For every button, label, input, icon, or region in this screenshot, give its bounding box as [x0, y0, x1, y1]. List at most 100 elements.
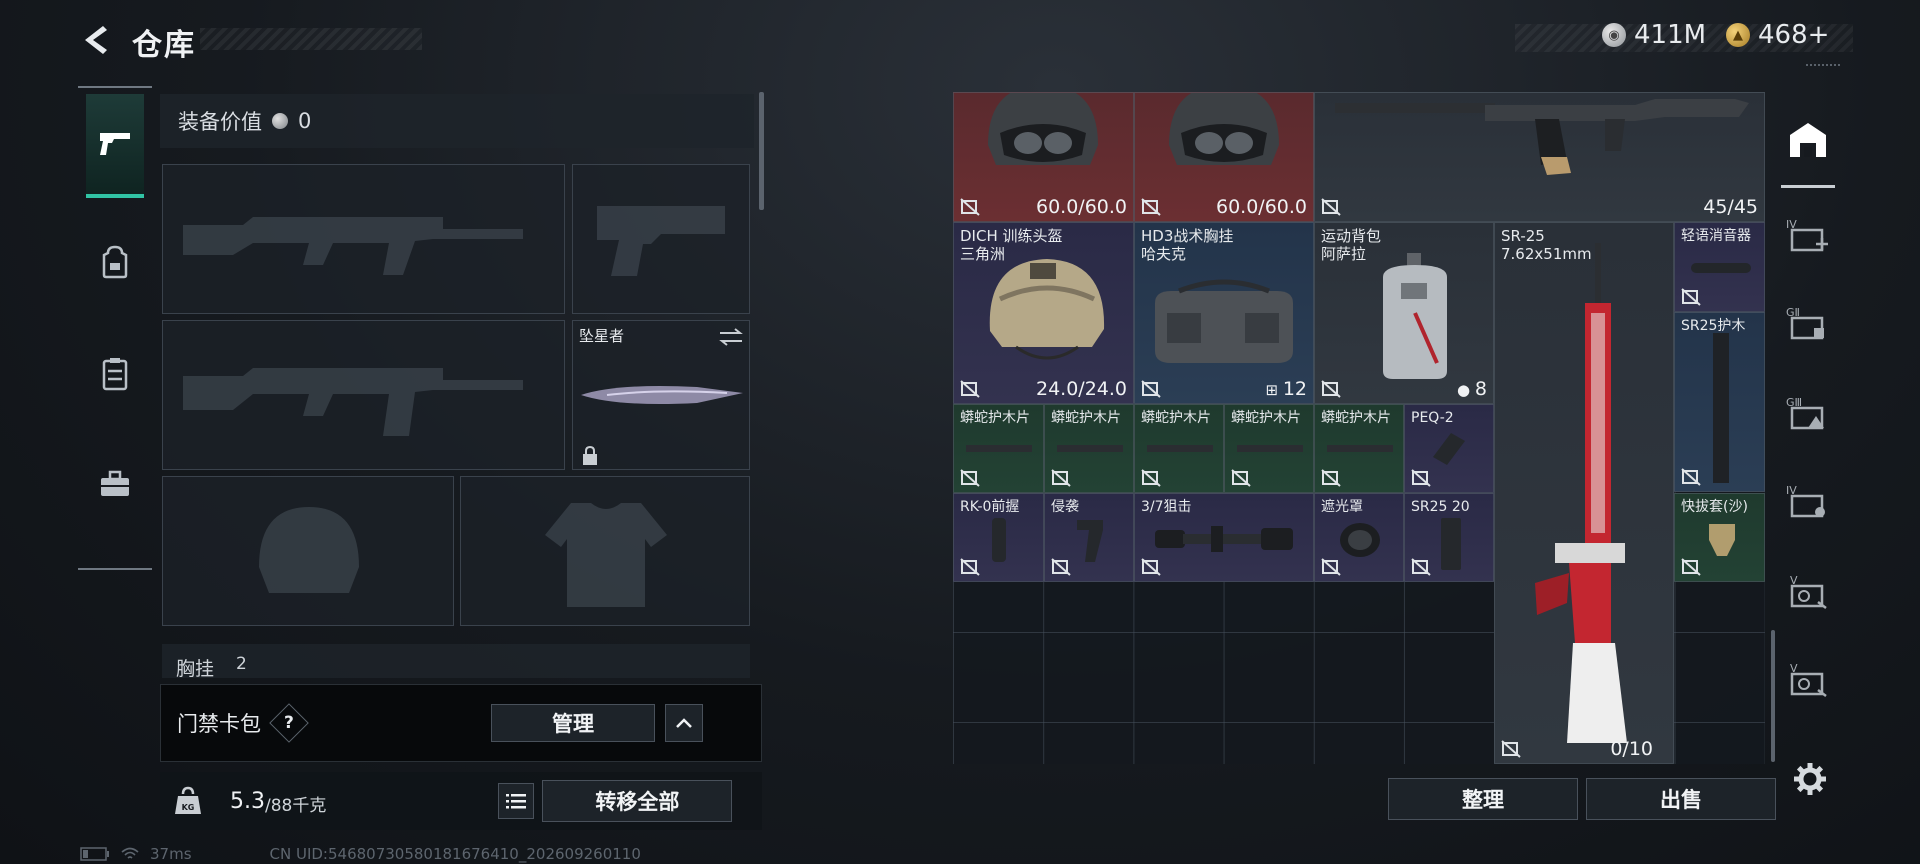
no-insure-icon [1411, 558, 1431, 576]
swap-icon[interactable] [718, 327, 744, 347]
equipment-scrollbar[interactable] [759, 92, 764, 210]
grid-item-peq2[interactable]: PEQ-2 [1404, 404, 1494, 493]
item-capacity: ⊞ 12 [1265, 378, 1307, 400]
sniper-rifle-icon [1535, 243, 1627, 743]
no-insure-icon [1321, 558, 1341, 576]
grid-item-handguard-piece[interactable]: 蟒蛇护木片 [1134, 404, 1224, 493]
item-name: SR25 20 [1411, 499, 1470, 515]
nav-item-vest[interactable] [86, 322, 144, 426]
rail-cover-icon [1057, 445, 1123, 452]
vest-icon [102, 358, 128, 391]
currency-silver-value: 411M [1634, 20, 1707, 50]
rail-cover-icon [1147, 445, 1213, 452]
gold-coin-icon: ▲ [1726, 23, 1750, 47]
pistol-slot[interactable] [572, 164, 750, 314]
grid-item-raid-grip[interactable]: 侵袭 [1044, 493, 1134, 582]
chest-rig-row[interactable]: 胸挂 2 [162, 644, 750, 678]
grid-item-dich-helmet[interactable]: DICH 训练头盔 三角洲 24.0/24.0 [953, 222, 1134, 404]
no-insure-icon [1321, 469, 1341, 487]
storage-icon [1790, 122, 1826, 157]
sell-button[interactable]: 出售 [1586, 778, 1776, 820]
grid-item-quick-holster[interactable]: 快拔套(沙) [1674, 493, 1765, 582]
no-insure-icon [1321, 380, 1341, 398]
secondary-weapon-slot[interactable] [162, 320, 565, 470]
no-insure-icon [960, 198, 980, 216]
item-name: RK-0前握 [960, 499, 1020, 515]
sort-button[interactable]: 整理 [1388, 778, 1578, 820]
silencer-icon [1691, 263, 1751, 273]
weight-bar: KG 5.3 /88千克 转移全部 [160, 772, 762, 830]
chevron-left-icon [85, 26, 107, 54]
list-view-button[interactable] [498, 783, 535, 819]
currency-silver: ◉ 411M [1602, 20, 1706, 50]
help-icon[interactable]: ? [269, 703, 309, 743]
item-name: 蟒蛇护木片 [960, 410, 1030, 426]
grid-item-helmet-1[interactable]: 60.0/60.0 [953, 92, 1134, 222]
melee-name: 坠星者 [579, 327, 625, 345]
weight-icon: KG [168, 781, 208, 821]
item-name: 轻语消音器 [1681, 228, 1751, 244]
grid-item-handguard-piece[interactable]: 蟒蛇护木片 [1224, 404, 1314, 493]
nav-item-case-expand[interactable]: IV [1781, 196, 1835, 274]
nav-item-case-v2[interactable]: V [1781, 640, 1835, 718]
manage-button[interactable]: 管理 [491, 704, 655, 742]
magazine-icon [1441, 518, 1461, 570]
grid-item-handguard-piece[interactable]: 蟒蛇护木片 [953, 404, 1044, 493]
title-decoration [200, 28, 422, 50]
collapse-button[interactable] [665, 704, 703, 742]
armor-slot[interactable] [460, 476, 750, 626]
melee-slot[interactable]: 坠星者 [572, 320, 750, 470]
nav-item-case-v[interactable]: V [1781, 552, 1835, 630]
nav-item-storage[interactable] [1781, 94, 1835, 188]
transfer-all-button[interactable]: 转移全部 [542, 780, 733, 822]
wifi-icon [121, 847, 139, 859]
storage-scrollbar[interactable] [1771, 630, 1775, 762]
grid-item-sr25-handguard[interactable]: SR25护木 [1674, 312, 1765, 492]
chest-rig-label: 胸挂 [176, 658, 215, 678]
keycard-bar: 门禁卡包 ? 管理 [160, 684, 762, 762]
grid-item-rifle[interactable]: 45/45 [1314, 92, 1765, 222]
no-insure-icon [1501, 740, 1521, 758]
case-iv-icon: IV [1786, 484, 1825, 518]
weight-capacity: /88千克 [265, 795, 327, 816]
grid-item-helmet-2[interactable]: 60.0/60.0 [1134, 92, 1314, 222]
left-nav [78, 86, 152, 570]
item-name: 运动背包 阿萨拉 [1321, 227, 1382, 263]
nav-item-case-g3[interactable]: GⅢ [1781, 374, 1835, 452]
settings-button[interactable] [1791, 760, 1829, 798]
grid-item-silencer[interactable]: 轻语消音器 [1674, 222, 1765, 312]
grid-item-sr25-mag[interactable]: SR25 20 [1404, 493, 1494, 582]
backpack-item-icon [1383, 253, 1447, 379]
grid-item-sniper-scope[interactable]: 3/7狙击 [1134, 493, 1314, 582]
decoration-dots [1806, 64, 1840, 67]
grid-item-rk0-grip[interactable]: RK-0前握 [953, 493, 1044, 582]
right-nav: IV GⅡ GⅢ IV V V [1781, 92, 1835, 768]
holster-icon [1709, 524, 1735, 556]
grid-item-sport-backpack[interactable]: 运动背包 阿萨拉 ● 8 [1314, 222, 1494, 404]
nav-item-case-g2[interactable]: GⅡ [1781, 284, 1835, 362]
item-name: 遮光罩 [1321, 499, 1363, 515]
nav-item-toolbox[interactable] [86, 432, 144, 536]
nav-item-backpack[interactable] [86, 210, 144, 314]
helmet-slot[interactable] [162, 476, 454, 626]
nav-item-weapons[interactable] [86, 94, 144, 198]
grid-item-sr25[interactable]: SR-25 7.62x51mm 0/10 [1494, 222, 1674, 764]
grid-item-handguard-piece[interactable]: 蟒蛇护木片 [1314, 404, 1404, 493]
currency-gold[interactable]: ▲ 468+ [1726, 20, 1829, 50]
nav-item-case-iv[interactable]: IV [1781, 462, 1835, 540]
item-name: 侵袭 [1051, 499, 1079, 515]
primary-weapon-slot[interactable] [162, 164, 565, 314]
no-insure-icon [1141, 380, 1161, 398]
combat-helmet-icon [989, 259, 1105, 360]
lock-icon [583, 445, 597, 465]
knife-icon [581, 386, 743, 404]
rail-cover-icon [1237, 445, 1303, 452]
back-button[interactable] [78, 22, 114, 58]
no-insure-icon [960, 469, 980, 487]
equipment-value: 0 [298, 109, 312, 133]
grid-item-handguard-piece[interactable]: 蟒蛇护木片 [1044, 404, 1134, 493]
grid-item-lens-shade[interactable]: 遮光罩 [1314, 493, 1404, 582]
grid-item-hd3-rig[interactable]: HD3战术胸挂 哈夫克 ⊞ 12 [1134, 222, 1314, 404]
item-durability: 60.0/60.0 [1215, 196, 1307, 218]
item-ammo: 45/45 [1703, 196, 1758, 218]
